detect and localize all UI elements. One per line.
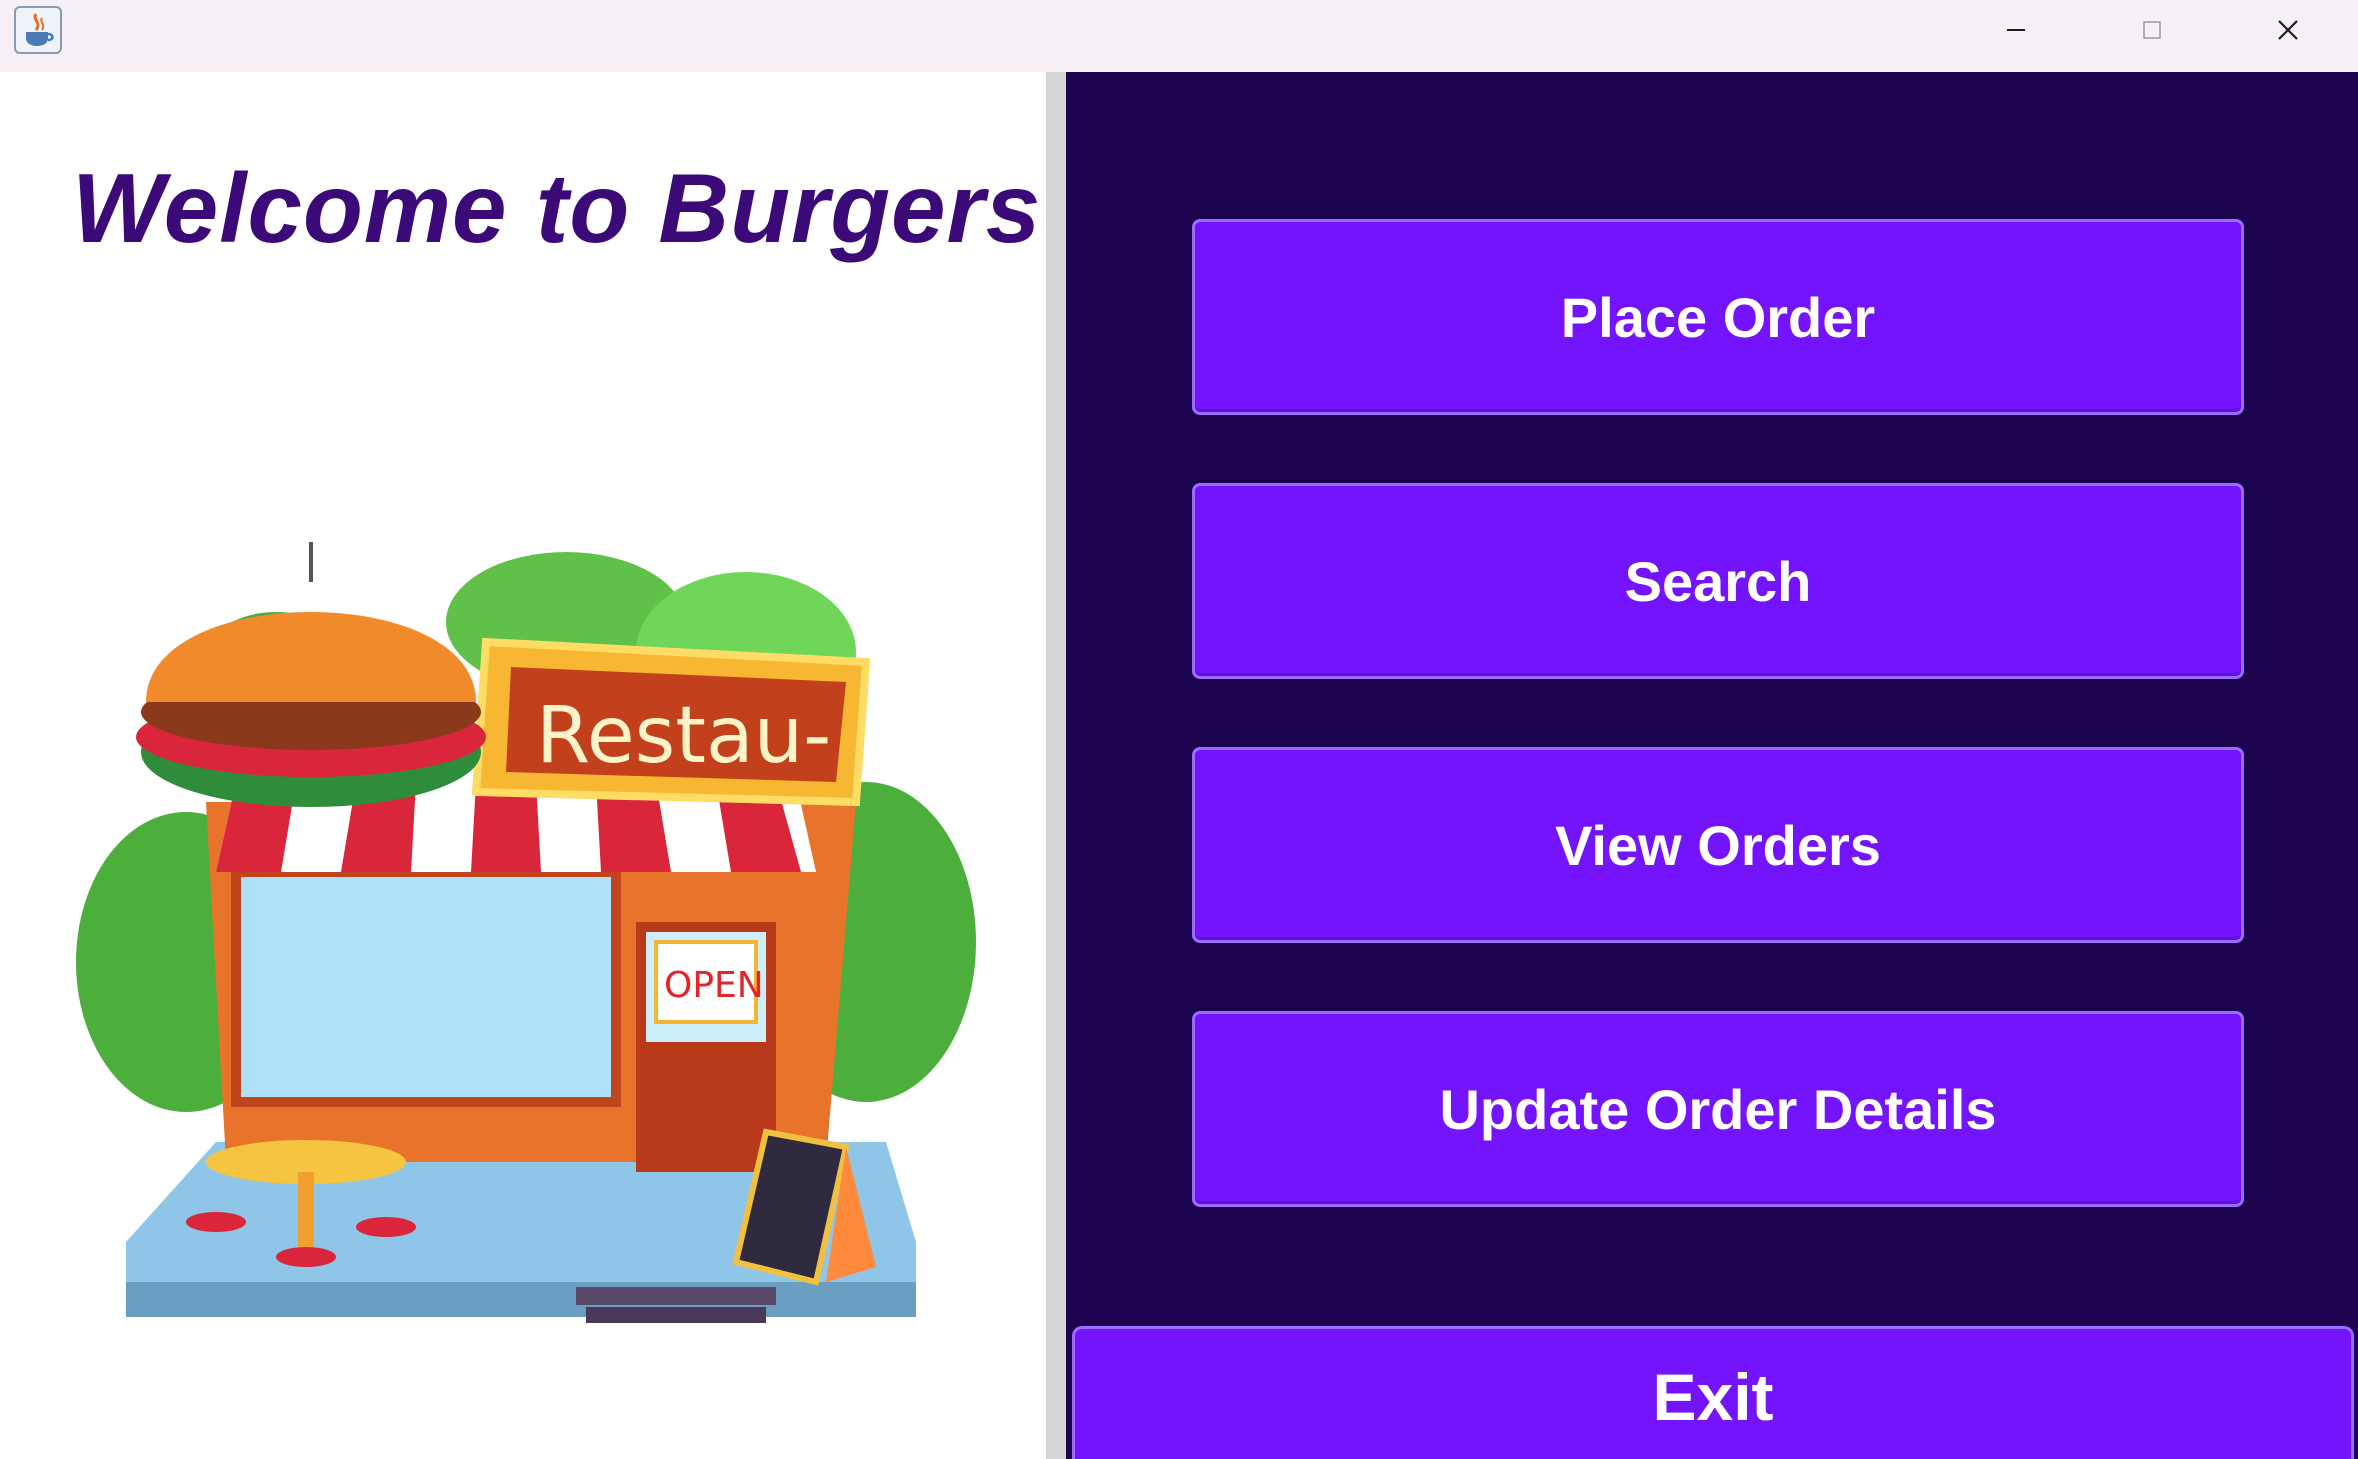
menu-panel: Place Order Search View Orders Update Or… <box>1066 72 2358 1459</box>
welcome-panel: Welcome to Burgers Restau- OPEN <box>0 72 1046 1459</box>
minimize-button[interactable] <box>1950 0 2082 60</box>
open-sign-text: OPEN <box>664 965 764 1006</box>
view-orders-button[interactable]: View Orders <box>1192 747 2244 943</box>
restaurant-sign-text: Restau- <box>536 691 831 781</box>
maximize-button[interactable] <box>2086 0 2218 60</box>
close-button[interactable] <box>2222 0 2354 60</box>
maximize-icon <box>2143 21 2161 39</box>
minimize-icon <box>2007 29 2025 31</box>
burger-restaurant-illustration: Restau- OPEN <box>76 542 976 1323</box>
panel-divider <box>1046 72 1066 1459</box>
update-order-details-button[interactable]: Update Order Details <box>1192 1011 2244 1207</box>
close-icon <box>2278 20 2298 40</box>
exit-button[interactable]: Exit <box>1072 1326 2354 1459</box>
java-cup-icon <box>14 6 62 54</box>
window-title-bar <box>0 0 2358 72</box>
search-button[interactable]: Search <box>1192 483 2244 679</box>
place-order-button[interactable]: Place Order <box>1192 219 2244 415</box>
welcome-title: Welcome to Burgers <box>72 153 1042 263</box>
